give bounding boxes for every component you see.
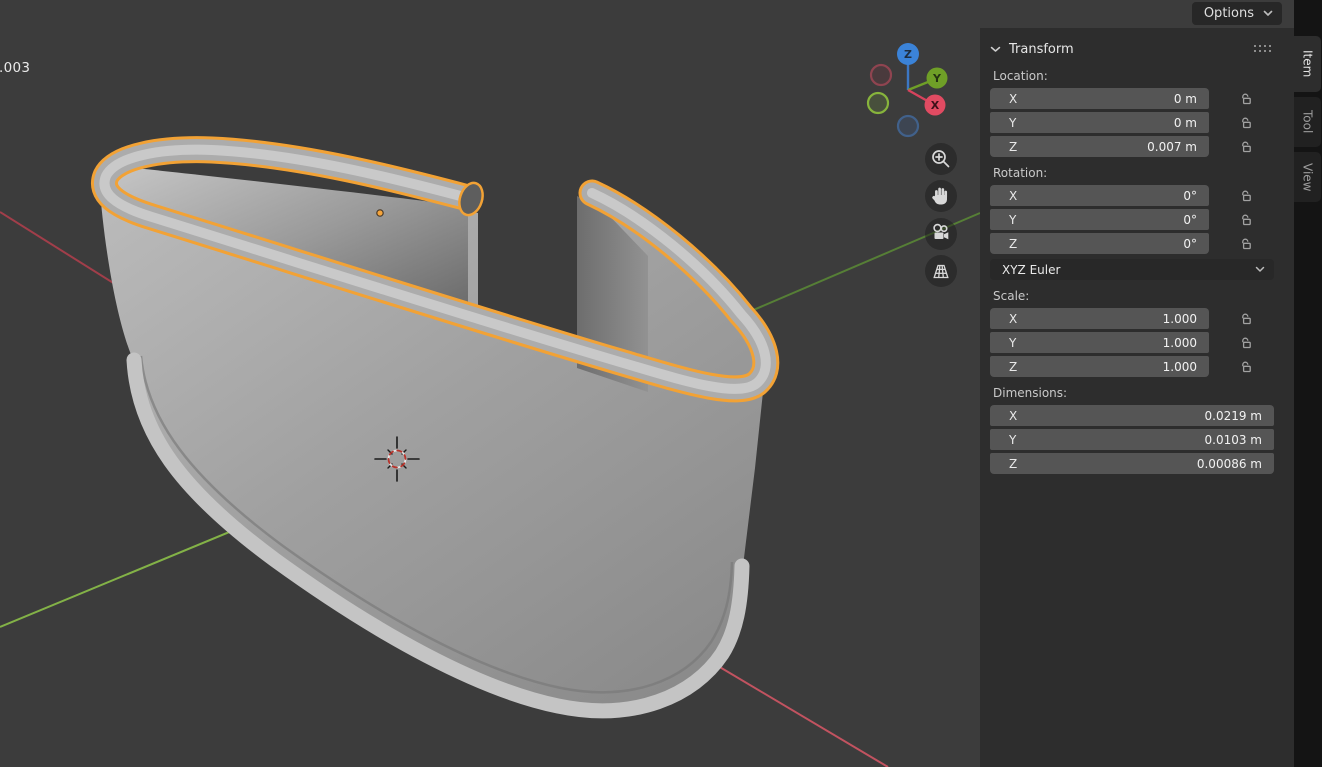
panel-drag-handle-icon[interactable] — [1254, 45, 1272, 53]
transform-panel-header[interactable]: Transform — [990, 38, 1294, 60]
panel-title: Transform — [1009, 42, 1074, 57]
dimensions-y-field[interactable]: Y 0.0103 m — [990, 429, 1274, 450]
perspective-button[interactable] — [925, 255, 957, 287]
scale-label: Scale: — [993, 289, 1294, 303]
viewport-overlay-controls: Z Y X — [850, 25, 980, 295]
lock-icon[interactable] — [1239, 237, 1253, 251]
sidebar-tab-column: Item Tool View — [1294, 0, 1322, 767]
lock-icon[interactable] — [1239, 92, 1253, 106]
zoom-button[interactable] — [925, 143, 957, 175]
scale-y-field[interactable]: Y 1.000 — [990, 332, 1209, 353]
active-object-name: .003 — [0, 60, 30, 76]
rotation-label: Rotation: — [993, 166, 1294, 180]
lock-icon[interactable] — [1239, 116, 1253, 130]
rotation-x-field[interactable]: X 0° — [990, 185, 1209, 206]
location-y-field[interactable]: Y 0 m — [990, 112, 1209, 133]
lock-icon[interactable] — [1239, 189, 1253, 203]
gizmo-z-label: Z — [904, 48, 912, 61]
rotation-mode-dropdown[interactable]: XYZ Euler — [990, 259, 1274, 280]
rotation-group: X 0° Y 0° Z 0° — [990, 185, 1294, 254]
rotation-z-field[interactable]: Z 0° — [990, 233, 1209, 254]
gizmo-neg-y-ball[interactable] — [868, 93, 888, 113]
camera-button[interactable] — [925, 218, 957, 250]
gizmo-x-label: X — [931, 99, 940, 112]
dimensions-label: Dimensions: — [993, 386, 1294, 400]
location-z-field[interactable]: Z 0.007 m — [990, 136, 1209, 157]
options-button-label: Options — [1204, 6, 1254, 21]
lock-icon[interactable] — [1239, 360, 1253, 374]
gizmo-y-label: Y — [932, 72, 942, 85]
options-button[interactable]: Options — [1192, 2, 1282, 25]
location-x-field[interactable]: X 0 m — [990, 88, 1209, 109]
dimensions-z-field[interactable]: Z 0.00086 m — [990, 453, 1274, 474]
lock-icon[interactable] — [1239, 140, 1253, 154]
x-axis-line-right — [718, 666, 888, 767]
gizmo-neg-x-ball[interactable] — [871, 65, 891, 85]
location-group: X 0 m Y 0 m Z 0.007 m — [990, 88, 1294, 157]
dimensions-x-field[interactable]: X 0.0219 m — [990, 405, 1274, 426]
scale-z-field[interactable]: Z 1.000 — [990, 356, 1209, 377]
scale-group: X 1.000 Y 1.000 Z 1.000 — [990, 308, 1294, 377]
tab-item[interactable]: Item — [1294, 36, 1321, 92]
panel-collapse-chevron-icon[interactable] — [990, 46, 1001, 53]
gizmo-neg-z-ball[interactable] — [898, 116, 918, 136]
chevron-down-icon — [1255, 266, 1265, 273]
tab-tool[interactable]: Tool — [1294, 97, 1321, 147]
scale-x-field[interactable]: X 1.000 — [990, 308, 1209, 329]
location-label: Location: — [993, 69, 1294, 83]
axis-gizmo[interactable]: Z Y X — [868, 43, 948, 136]
lock-icon[interactable] — [1239, 336, 1253, 350]
tab-view[interactable]: View — [1294, 152, 1321, 202]
transform-panel: Transform Location: X 0 m Y 0 m — [980, 28, 1294, 767]
rotation-y-field[interactable]: Y 0° — [990, 209, 1209, 230]
lock-icon[interactable] — [1239, 213, 1253, 227]
dimensions-group: X 0.0219 m Y 0.0103 m Z 0.00086 m — [990, 405, 1294, 474]
object-origin-dot — [377, 210, 383, 216]
pan-button[interactable] — [925, 180, 957, 212]
lock-icon[interactable] — [1239, 312, 1253, 326]
chevron-down-icon — [1263, 10, 1273, 17]
